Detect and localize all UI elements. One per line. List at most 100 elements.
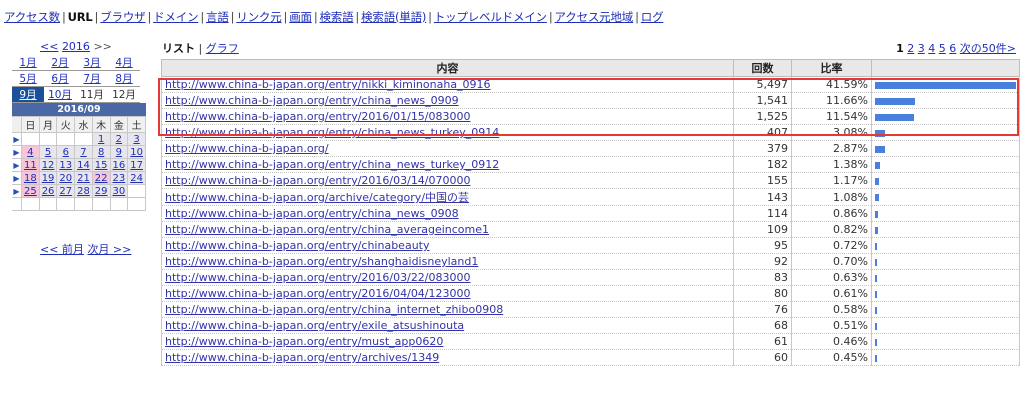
week-select-icon[interactable]: ▶: [12, 158, 22, 172]
page-link[interactable]: 2: [907, 42, 914, 55]
day-link[interactable]: 5: [45, 147, 51, 158]
day-link[interactable]: 13: [59, 160, 72, 171]
month-cell[interactable]: 8月: [108, 70, 140, 87]
calendar-day[interactable]: 12: [38, 158, 58, 172]
day-link[interactable]: 15: [95, 160, 108, 171]
calendar-day[interactable]: 26: [38, 184, 58, 198]
calendar-day[interactable]: 1: [91, 132, 111, 146]
day-link[interactable]: 21: [77, 173, 90, 184]
nav-item[interactable]: トップレベルドメイン: [434, 10, 547, 24]
day-link[interactable]: 28: [77, 186, 90, 197]
month-cell[interactable]: 6月: [44, 70, 76, 87]
url-link[interactable]: http://www.china-b-japan.org/entry/china…: [165, 239, 429, 252]
day-link[interactable]: 16: [113, 160, 126, 171]
url-link[interactable]: http://www.china-b-japan.org/entry/china…: [165, 207, 459, 220]
prev-year-link[interactable]: <<: [40, 40, 58, 53]
month-link[interactable]: 9月: [19, 89, 36, 101]
calendar-day[interactable]: 2: [109, 132, 129, 146]
nav-item[interactable]: リンク元: [236, 10, 281, 24]
day-link[interactable]: 8: [98, 147, 104, 158]
calendar-day[interactable]: 16: [109, 158, 129, 172]
year-link[interactable]: 2016: [62, 40, 90, 53]
month-cell[interactable]: 1月: [12, 55, 44, 71]
url-link[interactable]: http://www.china-b-japan.org/entry/shang…: [165, 255, 478, 268]
url-link[interactable]: http://www.china-b-japan.org/archive/cat…: [165, 191, 469, 204]
month-link[interactable]: 8月: [115, 73, 132, 85]
month-link[interactable]: 1月: [19, 57, 36, 69]
calendar-day[interactable]: 8: [91, 145, 111, 159]
day-link[interactable]: 12: [42, 160, 55, 171]
graph-tab[interactable]: グラフ: [206, 42, 239, 55]
next-page-link[interactable]: 次の50件>: [960, 42, 1016, 55]
url-link[interactable]: http://www.china-b-japan.org/entry/must_…: [165, 335, 443, 348]
day-link[interactable]: 27: [59, 186, 72, 197]
month-cell[interactable]: 7月: [76, 70, 108, 87]
calendar-day[interactable]: 25: [21, 184, 40, 198]
day-link[interactable]: 3: [133, 134, 139, 145]
month-cell[interactable]: 9月: [12, 86, 44, 103]
day-link[interactable]: 23: [113, 173, 126, 184]
nav-item[interactable]: ブラウザ: [100, 10, 145, 24]
day-link[interactable]: 20: [59, 173, 72, 184]
calendar-day[interactable]: 6: [56, 145, 76, 159]
month-link[interactable]: 5月: [19, 73, 36, 85]
url-link[interactable]: http://www.china-b-japan.org/entry/exile…: [165, 319, 464, 332]
nav-item[interactable]: 言語: [206, 10, 229, 24]
calendar-day[interactable]: 11: [21, 158, 40, 172]
week-select-icon[interactable]: ▶: [12, 171, 22, 185]
next-month-link[interactable]: 次月 >>: [87, 243, 131, 256]
nav-item[interactable]: ドメイン: [153, 10, 198, 24]
nav-item[interactable]: 検索語(単語): [361, 10, 426, 24]
calendar-day[interactable]: 30: [109, 184, 129, 198]
day-link[interactable]: 6: [63, 147, 69, 158]
month-link[interactable]: 3月: [83, 57, 100, 69]
month-cell[interactable]: 3月: [76, 55, 108, 71]
day-link[interactable]: 11: [24, 160, 37, 171]
week-select-icon[interactable]: ▶: [12, 145, 22, 159]
calendar-day[interactable]: 24: [127, 171, 146, 185]
day-link[interactable]: 29: [95, 186, 108, 197]
page-link[interactable]: 6: [949, 42, 956, 55]
url-link[interactable]: http://www.china-b-japan.org/entry/archi…: [165, 351, 439, 364]
day-link[interactable]: 19: [42, 173, 55, 184]
url-link[interactable]: http://www.china-b-japan.org/entry/china…: [165, 126, 499, 139]
day-link[interactable]: 9: [116, 147, 122, 158]
calendar-day[interactable]: 3: [127, 132, 146, 146]
url-link[interactable]: http://www.china-b-japan.org/entry/2016/…: [165, 287, 471, 300]
month-link[interactable]: 6月: [51, 73, 68, 85]
day-link[interactable]: 4: [27, 147, 33, 158]
month-link[interactable]: 4月: [115, 57, 132, 69]
nav-item[interactable]: 画面: [289, 10, 312, 24]
url-link[interactable]: http://www.china-b-japan.org/entry/2016/…: [165, 174, 471, 187]
calendar-day[interactable]: 5: [38, 145, 58, 159]
calendar-day[interactable]: 22: [91, 171, 111, 185]
url-link[interactable]: http://www.china-b-japan.org/entry/china…: [165, 223, 489, 236]
url-link[interactable]: http://www.china-b-japan.org/entry/nikki…: [165, 78, 491, 91]
week-select-icon[interactable]: ▶: [12, 184, 22, 198]
calendar-day[interactable]: 29: [91, 184, 111, 198]
nav-item[interactable]: 検索語: [320, 10, 354, 24]
month-cell[interactable]: 4月: [108, 55, 140, 71]
page-link[interactable]: 4: [928, 42, 935, 55]
day-link[interactable]: 7: [80, 147, 86, 158]
day-link[interactable]: 14: [77, 160, 90, 171]
calendar-day[interactable]: 23: [109, 171, 129, 185]
page-link[interactable]: 5: [939, 42, 946, 55]
calendar-day[interactable]: 14: [74, 158, 93, 172]
month-cell[interactable]: 2月: [44, 55, 76, 71]
day-link[interactable]: 22: [95, 173, 108, 184]
day-link[interactable]: 2: [116, 134, 122, 145]
day-link[interactable]: 18: [24, 173, 37, 184]
url-link[interactable]: http://www.china-b-japan.org/entry/2016/…: [165, 110, 471, 123]
calendar-day[interactable]: 10: [127, 145, 146, 159]
day-link[interactable]: 17: [130, 160, 143, 171]
day-link[interactable]: 10: [130, 147, 143, 158]
url-link[interactable]: http://www.china-b-japan.org/entry/china…: [165, 94, 459, 107]
calendar-day[interactable]: 7: [74, 145, 93, 159]
day-link[interactable]: 25: [24, 186, 37, 197]
day-link[interactable]: 1: [98, 134, 104, 145]
prev-month-link[interactable]: << 前月: [40, 243, 84, 256]
week-select-icon[interactable]: ▶: [12, 132, 22, 146]
calendar-day[interactable]: 28: [74, 184, 93, 198]
calendar-day[interactable]: 15: [91, 158, 111, 172]
